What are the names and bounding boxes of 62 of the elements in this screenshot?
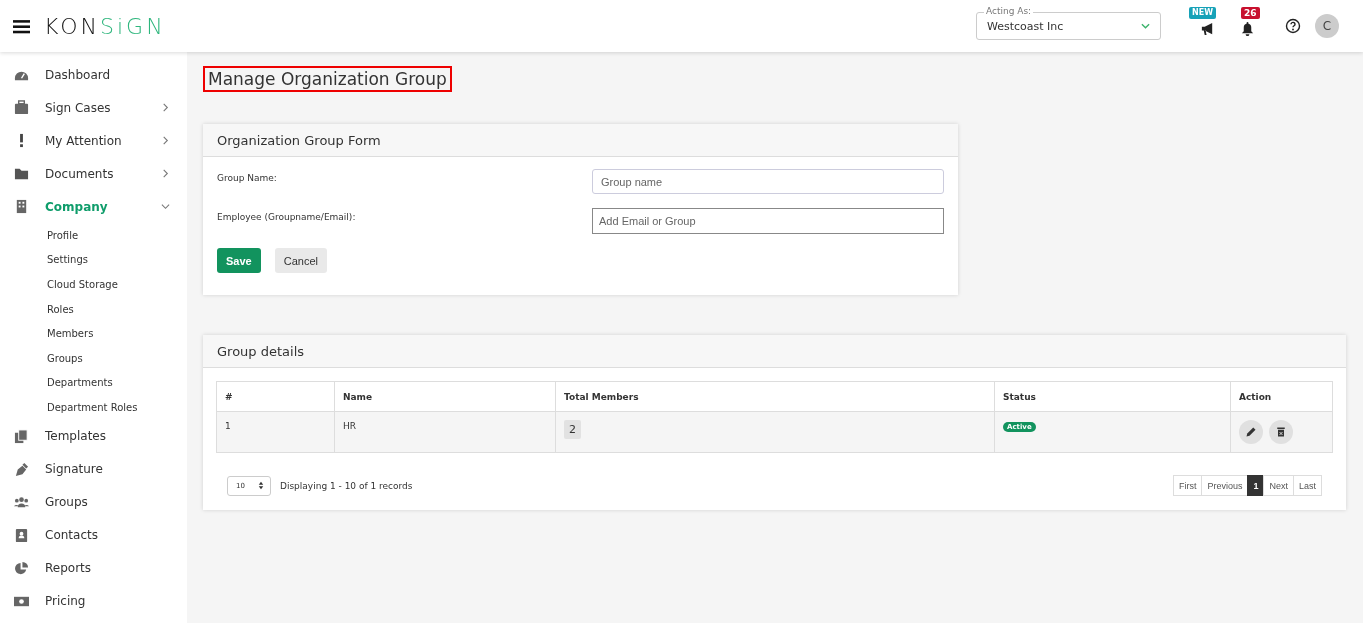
pagination-button[interactable]: Previous [1201,475,1249,496]
pencil-icon [1245,426,1257,438]
save-button[interactable]: Save [217,248,261,273]
field-label: Employee (Groupname/Email): [217,211,356,222]
sidebar-item[interactable]: Sign Cases [0,91,187,124]
sidebar-item[interactable]: Signature [0,452,187,486]
table-cell: HR [334,411,556,453]
user-avatar[interactable]: C [1315,14,1339,38]
logo: KON SiGN [44,13,166,39]
records-summary: Displaying 1 - 10 of 1 records [280,480,413,491]
folder-icon [14,166,29,181]
notification-count: 26 [1241,7,1260,19]
sidebar-item[interactable]: Reports [0,551,187,585]
pen-icon [14,461,29,477]
input-field[interactable]: Group name [592,169,944,194]
sort-icon [258,481,264,490]
sidebar-item[interactable]: Groups [0,485,187,519]
acting-as-label: Acting As: [984,6,1034,17]
sidebar-item[interactable]: My Attention [0,124,187,157]
edit-button[interactable] [1239,420,1263,444]
pie-icon [14,560,29,576]
menu-icon[interactable] [13,18,30,34]
pagination-button[interactable]: Last [1293,475,1322,496]
help-icon[interactable] [1285,18,1301,34]
users-icon [14,494,29,510]
input-field[interactable]: Add Email or Group [592,208,944,234]
case-icon [14,100,29,115]
cancel-button[interactable]: Cancel [274,248,327,273]
sidebar-subitem[interactable]: Settings [0,247,187,273]
sidebar-subitem[interactable]: Roles [0,296,187,322]
column-header: Name [334,381,556,412]
column-header: Status [994,381,1231,412]
page-title: Manage Organization Group [203,66,452,92]
building-icon [14,199,29,214]
sidebar-subitem[interactable]: Profile [0,223,187,248]
card-title: Organization Group Form [217,132,381,148]
sidebar-subitem[interactable]: Departments [0,370,187,396]
sidebar-subitem[interactable]: Cloud Storage [0,272,187,297]
member-count: 2 [564,420,581,439]
column-header: Total Members [555,381,995,412]
pagination-button[interactable]: Next [1263,475,1294,496]
card-title: Group details [217,343,305,359]
sidebar-subitem[interactable]: Members [0,321,187,346]
new-badge: NEW [1189,7,1216,19]
sidebar-item[interactable]: Contacts [0,518,187,552]
column-header: # [216,381,335,412]
sidebar-subitem[interactable]: Department Roles [0,395,187,420]
sidebar-item[interactable]: Documents [0,157,187,190]
column-header: Action [1230,381,1333,412]
megaphone-icon[interactable] [1199,21,1215,36]
chevron-down-icon [1141,23,1150,29]
pagination-button[interactable]: First [1172,475,1203,496]
sidebar-item[interactable]: Templates [0,419,187,453]
sidebar-subitem[interactable]: Groups [0,345,187,371]
field-label: Group Name: [217,172,277,183]
sidebar-item[interactable]: Dashboard [0,58,187,91]
table-cell: 1 [216,411,335,453]
trash-icon [1275,426,1287,438]
delete-button[interactable] [1269,420,1293,444]
contact-icon [14,527,29,543]
sidebar-item[interactable]: Pricing [0,584,187,618]
copy-icon [14,428,29,444]
